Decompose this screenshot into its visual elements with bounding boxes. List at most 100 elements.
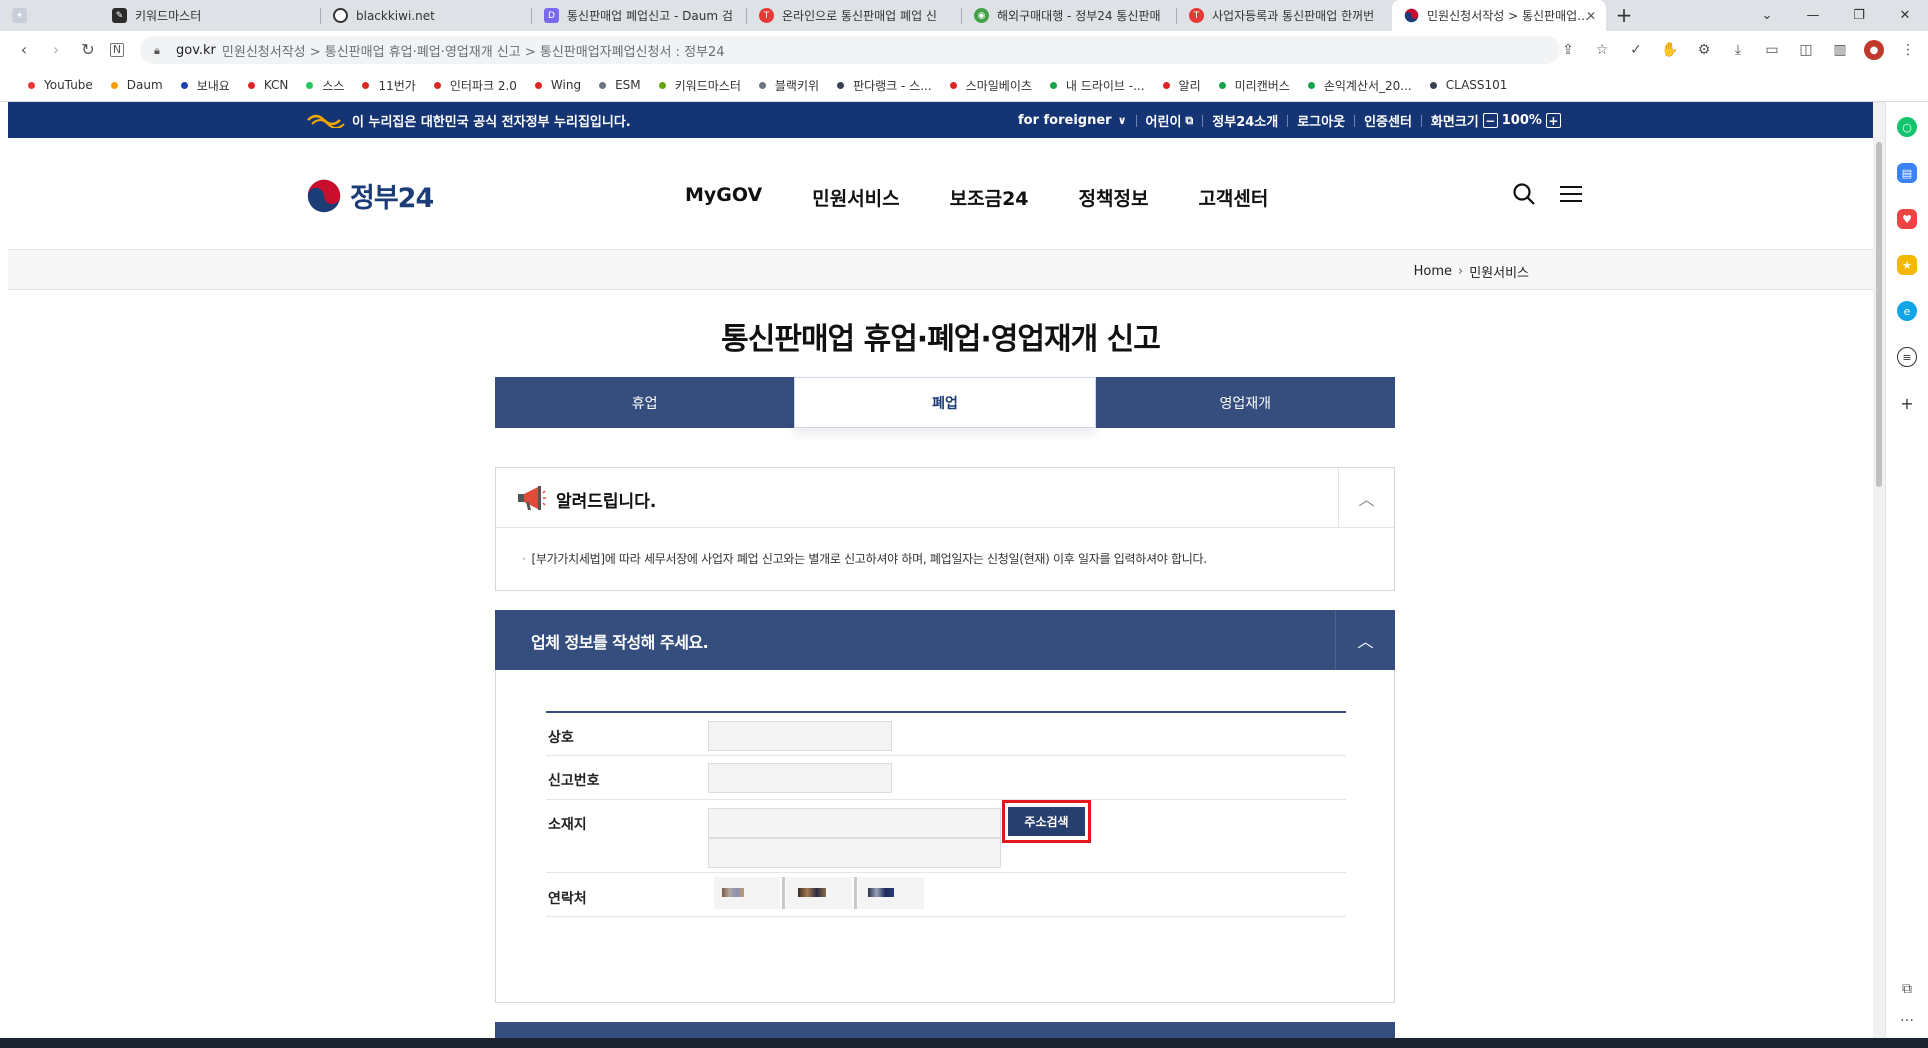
puzzle-icon[interactable]: ⚙: [1694, 40, 1714, 60]
tab-search-icon[interactable]: ⌄: [1744, 0, 1790, 31]
browser-tab-7[interactable]: T 사업자등록과 통신판매업 한꺼번: [1177, 0, 1391, 31]
phone-last-input[interactable]: [858, 877, 924, 909]
collections-icon[interactable]: ◫: [1796, 40, 1816, 60]
hamburger-menu-icon[interactable]: [1560, 184, 1582, 204]
nav-mygov[interactable]: MyGOV: [685, 184, 762, 211]
star-extension-icon[interactable]: ★: [1897, 255, 1917, 275]
company-name-input[interactable]: [708, 721, 892, 751]
bookmark-item[interactable]: 스마일베이츠: [949, 77, 1032, 94]
bookmark-item[interactable]: CLASS101: [1429, 78, 1507, 92]
bookmark-item[interactable]: YouTube: [28, 78, 93, 92]
download-icon[interactable]: ⤓: [1728, 40, 1748, 60]
notice-body: · [부가가치세법]에 따라 세무서장에 사업자 폐업 신고와는 별개로 신고하셔…: [522, 550, 1207, 567]
breadcrumb-current[interactable]: 민원서비스: [1469, 262, 1529, 281]
favorites-star-icon[interactable]: ☆: [1592, 40, 1612, 60]
split-view-icon[interactable]: ▥: [1830, 40, 1850, 60]
chat-search-icon[interactable]: ≡: [1897, 347, 1917, 367]
bookmark-item[interactable]: 인터파크 2.0: [433, 77, 517, 94]
address-input[interactable]: [708, 808, 1001, 838]
form-row-contact: 연락처: [546, 873, 1346, 917]
close-window-icon[interactable]: ✕: [1882, 0, 1928, 31]
breadcrumb-home[interactable]: Home: [1414, 264, 1452, 279]
report-number-input[interactable]: [708, 763, 892, 793]
restore-icon[interactable]: ❐: [1836, 0, 1882, 31]
for-foreigner-link[interactable]: for foreigner: [1018, 113, 1112, 128]
scrollbar-thumb[interactable]: [1876, 142, 1882, 487]
bookmark-label: 미리캔버스: [1234, 78, 1290, 93]
browser-tab-5[interactable]: T 온라인으로 통신판매업 폐업 신: [747, 0, 961, 31]
notice-collapse-button[interactable]: ︿: [1338, 468, 1394, 527]
nav-subsidy24[interactable]: 보조금24: [950, 184, 1029, 211]
more-options-icon[interactable]: …: [1897, 1007, 1917, 1027]
more-menu-icon[interactable]: ⋮: [1898, 40, 1918, 60]
web-page: 이 누리집은 대한민국 공식 전자정부 누리집입니다. for foreigne…: [8, 102, 1873, 1038]
browser-tab-1[interactable]: ✦: [0, 0, 100, 31]
add-icon[interactable]: +: [1897, 393, 1917, 413]
bookmark-label: 판다랭크 - 스...: [853, 78, 932, 93]
chevron-down-icon[interactable]: ∨: [1118, 114, 1127, 127]
edge-icon[interactable]: e: [1897, 301, 1917, 321]
bookmark-item[interactable]: 내 드라이브 -...: [1049, 77, 1145, 94]
bookmark-favicon-icon: [658, 81, 666, 89]
green-circle-extension-icon[interactable]: ○: [1897, 117, 1917, 137]
bookmark-item[interactable]: 보내요: [180, 77, 230, 94]
minimize-icon[interactable]: —: [1790, 0, 1836, 31]
cert-center-link[interactable]: 인증센터: [1364, 111, 1412, 130]
browser-tab-2[interactable]: ✎ 키워드마스터: [100, 0, 320, 31]
close-tab-icon[interactable]: ✕: [1586, 9, 1596, 23]
bookmark-item[interactable]: 알리: [1162, 77, 1201, 94]
browser-tab-3[interactable]: blackkiwi.net: [321, 0, 531, 31]
tab-closure[interactable]: 폐업: [794, 377, 1096, 428]
phone-prefix-input[interactable]: [714, 877, 780, 909]
address-detail-input[interactable]: [708, 838, 1001, 868]
reload-icon[interactable]: ↻: [78, 40, 98, 60]
address-label: 소재지: [548, 817, 587, 833]
bookmark-item[interactable]: 손익계산서_20...: [1307, 77, 1412, 94]
back-icon[interactable]: ‹: [14, 40, 34, 60]
logout-link[interactable]: 로그아웃: [1297, 111, 1345, 130]
address-search-button[interactable]: 주소검색: [1008, 807, 1085, 836]
check-icon[interactable]: ✓: [1626, 40, 1646, 60]
zoom-out-button[interactable]: −: [1482, 113, 1498, 128]
browser-tab-active[interactable]: 민원신청서작성 > 통신판매업 휴 ✕: [1392, 0, 1606, 31]
nav-customer-center[interactable]: 고객센터: [1198, 184, 1268, 211]
phone-separator: [782, 877, 785, 909]
forward-icon[interactable]: ›: [46, 40, 66, 60]
address-bar[interactable]: 🔒︎ gov.kr 민원신청서작성 > 통신판매업 휴업·폐업·영업재개 신고 …: [140, 36, 1560, 64]
bookmark-item[interactable]: 판다랭크 - 스...: [837, 77, 932, 94]
bookmark-item[interactable]: Daum: [110, 78, 163, 92]
form-collapse-button[interactable]: ︿: [1335, 610, 1395, 670]
nav-policy-info[interactable]: 정책정보: [1079, 184, 1149, 211]
search-icon[interactable]: [1512, 182, 1536, 206]
new-tab-button[interactable]: +: [1612, 4, 1636, 28]
blurred-phone-digits: [722, 888, 744, 897]
profile-avatar[interactable]: ●: [1864, 40, 1884, 60]
page-scrollbar[interactable]: [1873, 102, 1885, 1038]
bookmark-item[interactable]: Wing: [534, 78, 581, 92]
phone-middle-input[interactable]: [786, 877, 852, 909]
open-external-icon[interactable]: ⧉: [1897, 979, 1917, 999]
zoom-in-button[interactable]: +: [1545, 113, 1561, 128]
tab-suspend[interactable]: 휴업: [495, 377, 795, 428]
screenshot-icon[interactable]: ▭: [1762, 40, 1782, 60]
naver-extension-icon[interactable]: N: [110, 43, 124, 57]
bookmark-label: 11번가: [378, 78, 416, 93]
tab-resume[interactable]: 영업재개: [1095, 377, 1395, 428]
bookmark-item[interactable]: 미리캔버스: [1218, 77, 1290, 94]
about-link[interactable]: 정부24소개: [1212, 111, 1278, 130]
browser-tab-4[interactable]: D 통신판매업 폐업신고 - Daum 검: [532, 0, 746, 31]
nav-civil-service[interactable]: 민원서비스: [812, 184, 899, 211]
share-icon[interactable]: ⇪: [1558, 40, 1578, 60]
briefcase-extension-icon[interactable]: ▤: [1897, 163, 1917, 183]
bookmark-item[interactable]: 블랙키위: [758, 77, 819, 94]
gov24-logo[interactable]: 정부24: [306, 176, 434, 215]
bookmark-item[interactable]: KCN: [247, 78, 288, 92]
bookmark-item[interactable]: 키워드마스터: [658, 77, 741, 94]
bookmark-item[interactable]: 스스: [306, 77, 344, 94]
extension-icon[interactable]: ✋: [1660, 40, 1680, 60]
browser-tab-6[interactable]: ◉ 해외구매대행 - 정부24 통신판매: [962, 0, 1176, 31]
bookmark-item[interactable]: 11번가: [362, 77, 416, 94]
pocket-extension-icon[interactable]: ♥: [1897, 209, 1917, 229]
kids-link[interactable]: 어린이: [1146, 111, 1182, 130]
bookmark-item[interactable]: ESM: [599, 78, 641, 92]
